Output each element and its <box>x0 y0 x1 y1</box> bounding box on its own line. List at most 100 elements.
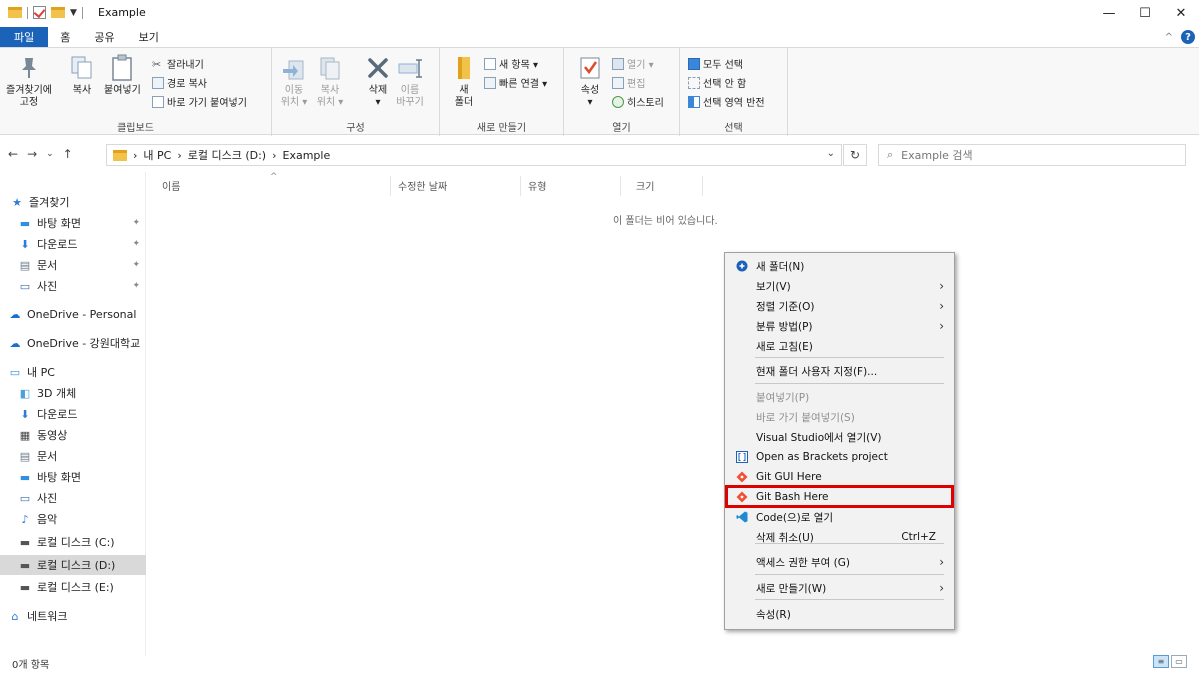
tab-file[interactable]: 파일 <box>0 27 49 47</box>
invert-selection-button[interactable]: 선택 영역 반전 <box>688 94 765 109</box>
copy-path-button[interactable]: 경로 복사 <box>152 75 207 90</box>
context-menu-item[interactable]: Open as Brackets project <box>725 447 954 467</box>
context-menu-item[interactable]: 새로 고침(E) <box>725 336 954 356</box>
context-menu-item[interactable]: 삭제 취소(U) Ctrl+Z <box>725 527 954 547</box>
sidebar-item[interactable]: ▭ 내 PC <box>0 362 146 382</box>
context-menu-item[interactable]: 분류 방법(P) › <box>725 316 954 336</box>
context-menu-label: 삭제 취소(U) <box>756 531 814 544</box>
back-arrow-icon[interactable]: ← <box>8 147 18 161</box>
context-menu-item[interactable]: 정렬 기준(O) › <box>725 296 954 316</box>
breadcrumb-example[interactable]: Example <box>283 149 331 162</box>
context-menu-item[interactable]: 새로 만들기(W) › <box>725 578 954 598</box>
column-date[interactable]: 수정한 날짜 <box>398 178 447 193</box>
up-arrow-icon[interactable]: ↑ <box>63 147 73 161</box>
sidebar-item[interactable]: ▬ 바탕 화면 ✦ <box>0 213 146 233</box>
open-button[interactable]: 열기 ▾ <box>612 56 654 71</box>
recent-locations-icon[interactable]: ⌄ <box>46 149 54 159</box>
new-folder-icon[interactable] <box>51 7 65 18</box>
sidebar-item[interactable]: ▬ 바탕 화면 <box>0 467 146 487</box>
properties-button[interactable]: 속성 ▾ <box>576 54 604 109</box>
edit-button[interactable]: 편집 <box>612 75 645 90</box>
tab-view[interactable]: 보기 <box>127 27 171 47</box>
context-menu-item[interactable]: 현재 폴더 사용자 지정(F)... <box>725 361 954 381</box>
new-item-button[interactable]: 새 항목 ▾ <box>484 56 538 71</box>
address-bar[interactable]: › 내 PC › 로컬 디스크 (D:) › Example ⌄ <box>106 144 842 166</box>
sidebar-item[interactable]: ▤ 문서 <box>0 446 146 466</box>
refresh-button[interactable]: ↻ <box>843 144 867 166</box>
sort-ascending-icon: ^ <box>270 172 278 182</box>
paste-shortcut-button[interactable]: 바로 가기 붙여넣기 <box>152 94 247 109</box>
select-all-button[interactable]: 모두 선택 <box>688 56 743 71</box>
new-item-icon <box>484 57 496 70</box>
rename-button[interactable]: 이름 바꾸기 <box>396 54 424 109</box>
collapse-ribbon-icon[interactable]: ^ <box>1165 32 1173 43</box>
delete-button[interactable]: 삭제 ▾ <box>364 54 392 109</box>
sidebar-item[interactable]: ☁ OneDrive - 강원대학교 <box>0 333 146 353</box>
sidebar-item[interactable]: ◧ 3D 개체 <box>0 383 146 403</box>
sidebar-item[interactable]: ☁ OneDrive - Personal <box>0 304 146 324</box>
column-name[interactable]: 이름 <box>162 178 180 193</box>
sidebar-item[interactable]: ⌂ 네트워크 <box>0 606 146 626</box>
column-type[interactable]: 유형 <box>528 178 546 193</box>
sidebar-item[interactable]: ★ 즐겨찾기 <box>0 192 146 212</box>
menu-separator <box>755 574 944 575</box>
context-menu-item[interactable]: Visual Studio에서 열기(V) <box>725 427 954 447</box>
sidebar-item-label: 로컬 디스크 (E:) <box>37 581 114 594</box>
breadcrumb-separator[interactable]: › <box>177 149 181 162</box>
context-menu-item[interactable]: 바로 가기 붙여넣기(S) <box>725 407 954 427</box>
context-menu-item[interactable]: Code(으)로 열기 <box>725 507 954 527</box>
copy-button[interactable]: 복사 <box>68 54 96 97</box>
sidebar-item[interactable]: ♪ 음악 <box>0 509 146 529</box>
sidebar-item[interactable]: ▬ 로컬 디스크 (C:) <box>0 532 146 552</box>
breadcrumb-this-pc[interactable]: 내 PC <box>143 147 171 163</box>
help-icon[interactable]: ? <box>1181 30 1195 44</box>
column-divider[interactable] <box>620 176 621 196</box>
sidebar-item[interactable]: ⬇ 다운로드 <box>0 404 146 424</box>
breadcrumb-separator[interactable]: › <box>272 149 276 162</box>
customize-qat-arrow-icon[interactable]: ▼ <box>70 8 77 18</box>
breadcrumb-separator[interactable]: › <box>133 149 137 162</box>
sidebar-item[interactable]: ⬇ 다운로드 ✦ <box>0 234 146 254</box>
picture-icon: ▭ <box>19 279 31 293</box>
column-divider[interactable] <box>702 176 703 196</box>
large-icons-view-icon[interactable]: ▭ <box>1171 655 1187 668</box>
easy-access-button[interactable]: 빠른 연결 ▾ <box>484 75 547 90</box>
cut-button[interactable]: ✂ 잘라내기 <box>152 56 204 72</box>
group-new: 새 폴더 새 항목 ▾ 빠른 연결 ▾ 새로 만들기 <box>440 48 564 136</box>
address-dropdown-icon[interactable]: ⌄ <box>827 148 835 159</box>
folder-icon[interactable] <box>8 7 22 18</box>
sidebar-item[interactable]: ▭ 사진 ✦ <box>0 276 146 296</box>
search-box[interactable]: ⌕ Example 검색 <box>878 144 1186 166</box>
column-divider[interactable] <box>520 176 521 196</box>
properties-check-icon[interactable] <box>33 6 46 19</box>
copy-to-button[interactable]: 복사 위치 ▾ <box>316 54 344 109</box>
sidebar-item[interactable]: ▤ 문서 ✦ <box>0 255 146 275</box>
sidebar-item[interactable]: ▬ 로컬 디스크 (E:) <box>0 577 146 597</box>
tab-share[interactable]: 공유 <box>82 27 126 47</box>
sidebar-item-label: 내 PC <box>27 366 55 379</box>
new-folder-button[interactable]: 새 폴더 <box>450 54 478 109</box>
context-menu-item[interactable]: 액세스 권한 부여 (G) › <box>725 552 954 572</box>
select-none-button[interactable]: 선택 안 함 <box>688 75 746 90</box>
minimize-button[interactable]: — <box>1091 0 1127 27</box>
sidebar-item[interactable]: ▭ 사진 <box>0 488 146 508</box>
column-size[interactable]: 크기 <box>636 178 654 193</box>
breadcrumb-local-disk-d[interactable]: 로컬 디스크 (D:) <box>188 147 266 163</box>
close-button[interactable]: ✕ <box>1163 0 1199 27</box>
forward-arrow-icon[interactable]: → <box>27 147 37 161</box>
column-divider[interactable] <box>390 176 391 196</box>
context-menu-item[interactable]: 붙여넣기(P) <box>725 387 954 407</box>
pin-to-quick-access-button[interactable]: 즐겨찾기에 고정 <box>6 54 52 109</box>
context-menu-item[interactable]: 새 폴더(N) <box>725 256 954 276</box>
move-to-button[interactable]: 이동 위치 ▾ <box>280 54 308 109</box>
sidebar-item[interactable]: ▬ 로컬 디스크 (D:) <box>0 555 146 575</box>
paste-button[interactable]: 붙여넣기 <box>104 54 141 97</box>
context-menu-item[interactable]: 속성(R) <box>725 604 954 624</box>
sidebar-item[interactable]: ▦ 동영상 <box>0 425 146 445</box>
maximize-button[interactable]: ☐ <box>1127 0 1163 27</box>
context-menu-item[interactable]: 보기(V) › <box>725 276 954 296</box>
tab-home[interactable]: 홈 <box>48 27 82 47</box>
context-menu-item[interactable]: Git GUI Here <box>725 467 954 487</box>
details-view-icon[interactable]: ≡ <box>1153 655 1169 668</box>
history-button[interactable]: 히스토리 <box>612 94 664 109</box>
